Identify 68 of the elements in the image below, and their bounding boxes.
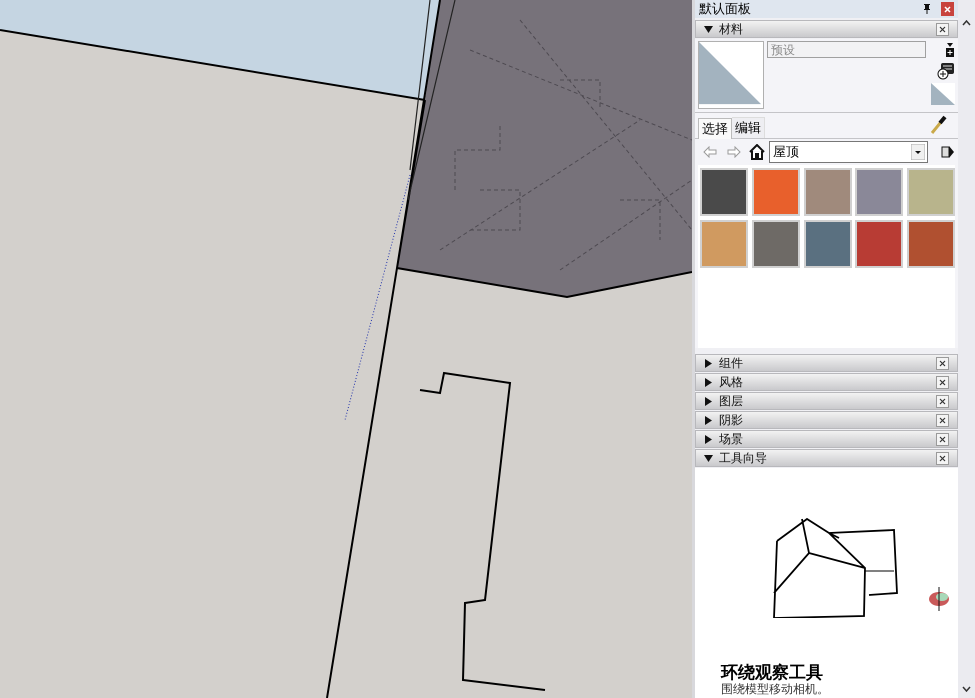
section-title: 组件 <box>719 357 743 369</box>
close-button[interactable] <box>936 432 949 446</box>
close-button[interactable] <box>936 376 949 388</box>
panel-section-header[interactable]: 风格 <box>695 373 958 391</box>
section-title: 工具向导 <box>719 452 767 464</box>
material-swatch[interactable] <box>752 220 800 268</box>
expand-triangle-icon[interactable] <box>704 378 714 386</box>
expand-triangle-icon[interactable] <box>704 358 714 368</box>
panel-section-header[interactable]: 组件 <box>695 354 958 372</box>
tab[interactable]: 选择 <box>698 118 732 139</box>
close-button[interactable] <box>936 22 949 36</box>
material-swatch[interactable] <box>700 168 748 216</box>
close-button[interactable] <box>936 356 949 370</box>
material-swatch[interactable] <box>700 220 748 268</box>
close-icon <box>939 378 946 386</box>
tool-title: 环绕观察工具 <box>721 664 824 682</box>
close-icon <box>939 398 946 404</box>
tab[interactable]: 编辑 <box>732 117 765 138</box>
section-title: 风格 <box>719 376 743 388</box>
scrollbar[interactable] <box>958 0 975 698</box>
create-material-icon[interactable] <box>937 62 955 80</box>
dropdown-caret-icon[interactable] <box>911 144 925 160</box>
section-title: 场景 <box>719 433 743 445</box>
scroll-down-icon[interactable] <box>962 686 971 692</box>
material-swatch[interactable] <box>907 220 956 268</box>
library-dropdown[interactable]: 屋顶 <box>769 141 928 163</box>
back-arrow-icon[interactable] <box>703 146 717 158</box>
section-title: 图层 <box>719 395 743 407</box>
collapse-triangle-icon[interactable] <box>704 454 714 462</box>
eyedropper-icon[interactable] <box>930 115 948 135</box>
add-material-icon[interactable] <box>945 43 955 57</box>
forward-arrow-icon[interactable] <box>727 146 741 158</box>
expand-triangle-icon[interactable] <box>704 434 714 444</box>
close-icon <box>939 416 946 424</box>
collapse-triangle-icon[interactable] <box>704 24 714 34</box>
section-title: 阴影 <box>719 414 743 426</box>
material-name-field[interactable]: 预设 <box>767 41 926 58</box>
material-swatch[interactable] <box>804 168 852 216</box>
3d-viewport-drawing[interactable] <box>0 0 692 698</box>
orbit-icon <box>927 586 951 612</box>
panel-section-header[interactable]: 场景 <box>695 430 958 448</box>
close-icon <box>944 6 951 12</box>
expand-triangle-icon[interactable] <box>704 396 714 406</box>
tool-description: 围绕模型移动相机。 <box>721 682 830 696</box>
close-button[interactable] <box>936 452 949 464</box>
expand-triangle-icon[interactable] <box>704 416 714 424</box>
section-title: 材料 <box>719 23 743 35</box>
close-icon <box>939 436 946 442</box>
panel-section-header[interactable]: 阴影 <box>695 411 958 429</box>
close-button[interactable] <box>936 394 949 408</box>
material-swatch[interactable] <box>804 220 852 268</box>
details-arrow-icon[interactable] <box>941 145 955 159</box>
material-swatch[interactable] <box>855 168 904 216</box>
home-icon[interactable] <box>749 144 765 160</box>
scroll-up-icon[interactable] <box>962 20 971 26</box>
pin-icon[interactable] <box>923 4 931 14</box>
close-button[interactable] <box>936 414 949 426</box>
material-swatch[interactable] <box>752 168 800 216</box>
panel-title: 默认面板 <box>699 2 751 16</box>
panel-section-header[interactable]: 图层 <box>695 392 958 410</box>
panel-section-header[interactable]: 材料 <box>695 20 958 38</box>
close-button[interactable] <box>941 2 954 16</box>
material-swatch[interactable] <box>855 220 904 268</box>
panel-section-header[interactable]: 工具向导 <box>695 449 958 467</box>
close-icon <box>939 454 946 462</box>
material-swatch[interactable] <box>907 168 956 216</box>
close-icon <box>939 360 946 366</box>
close-icon <box>939 26 946 32</box>
